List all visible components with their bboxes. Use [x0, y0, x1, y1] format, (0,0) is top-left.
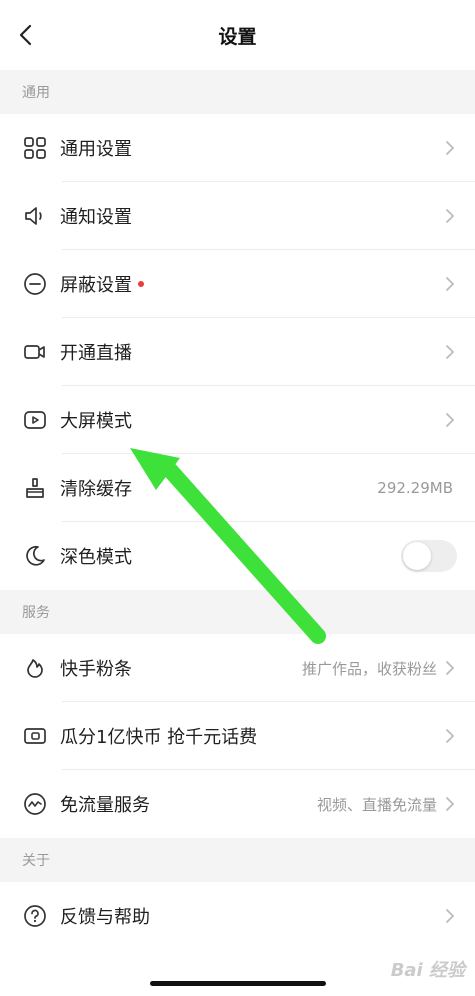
camera-icon	[22, 339, 48, 365]
chevron-right-icon	[446, 909, 454, 923]
notify-settings-row[interactable]: 通知设置	[0, 182, 475, 250]
wave-circle-icon	[22, 791, 48, 817]
general-settings-label: 通用设置	[60, 139, 132, 160]
fans-hint: 推广作品，收获粉丝	[301, 659, 437, 678]
live-label: 开通直播	[60, 343, 132, 364]
chevron-right-icon	[446, 413, 454, 427]
notify-settings-label: 通知设置	[60, 207, 132, 228]
broom-icon	[22, 475, 48, 501]
live-row[interactable]: 开通直播	[0, 318, 475, 386]
dark-mode-label: 深色模式	[60, 547, 132, 568]
chevron-right-icon	[446, 797, 454, 811]
nav-header: 设置	[0, 0, 475, 70]
dark-mode-toggle[interactable]	[401, 540, 457, 572]
chevron-right-icon	[446, 141, 454, 155]
flame-icon	[22, 655, 48, 681]
clear-cache-row[interactable]: 清除缓存 292.29MB	[0, 454, 475, 522]
bigscreen-label: 大屏模式	[60, 411, 132, 432]
block-settings-row[interactable]: 屏蔽设置	[0, 250, 475, 318]
moon-icon	[22, 543, 48, 569]
section-service: 服务	[0, 590, 475, 634]
block-settings-label: 屏蔽设置	[60, 271, 144, 297]
fans-label: 快手粉条	[60, 659, 132, 680]
clear-cache-label: 清除缓存	[60, 479, 132, 500]
bigscreen-row[interactable]: 大屏模式	[0, 386, 475, 454]
back-button[interactable]	[14, 22, 40, 48]
coins-row[interactable]: 瓜分1亿快币 抢千元话费	[0, 702, 475, 770]
minus-circle-icon	[22, 271, 48, 297]
page-title: 设置	[218, 25, 257, 48]
watermark: Bai 经验	[390, 960, 465, 981]
dataflow-row[interactable]: 免流量服务 视频、直播免流量	[0, 770, 475, 838]
coupon-icon	[22, 723, 48, 749]
home-indicator[interactable]	[149, 981, 326, 986]
toggle-knob	[403, 542, 431, 570]
chevron-right-icon	[446, 661, 454, 675]
question-icon	[22, 903, 48, 929]
grid-icon	[22, 135, 48, 161]
coins-label: 瓜分1亿快币 抢千元话费	[60, 727, 258, 748]
general-settings-row[interactable]: 通用设置	[0, 114, 475, 182]
cache-size: 292.29MB	[377, 479, 453, 497]
red-dot-badge	[138, 281, 144, 287]
fans-row[interactable]: 快手粉条 推广作品，收获粉丝	[0, 634, 475, 702]
chevron-right-icon	[446, 729, 454, 743]
speaker-icon	[22, 203, 48, 229]
section-general: 通用	[0, 70, 475, 114]
play-screen-icon	[22, 407, 48, 433]
block-settings-text: 屏蔽设置	[60, 275, 132, 296]
dark-mode-row: 深色模式	[0, 522, 475, 590]
section-about: 关于	[0, 838, 475, 882]
dataflow-hint: 视频、直播免流量	[316, 795, 437, 814]
feedback-label: 反馈与帮助	[60, 907, 150, 928]
chevron-right-icon	[446, 277, 454, 291]
feedback-row[interactable]: 反馈与帮助	[0, 882, 475, 950]
chevron-right-icon	[446, 209, 454, 223]
chevron-left-icon	[19, 24, 32, 46]
chevron-right-icon	[446, 345, 454, 359]
dataflow-label: 免流量服务	[60, 795, 150, 816]
